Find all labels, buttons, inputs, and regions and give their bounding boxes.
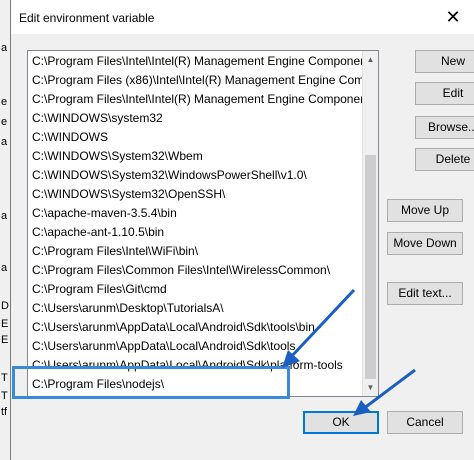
arrow-to-selected-path-icon [282, 288, 356, 368]
arrow-to-ok-button-icon [353, 368, 416, 416]
annotation-arrows [282, 288, 416, 416]
